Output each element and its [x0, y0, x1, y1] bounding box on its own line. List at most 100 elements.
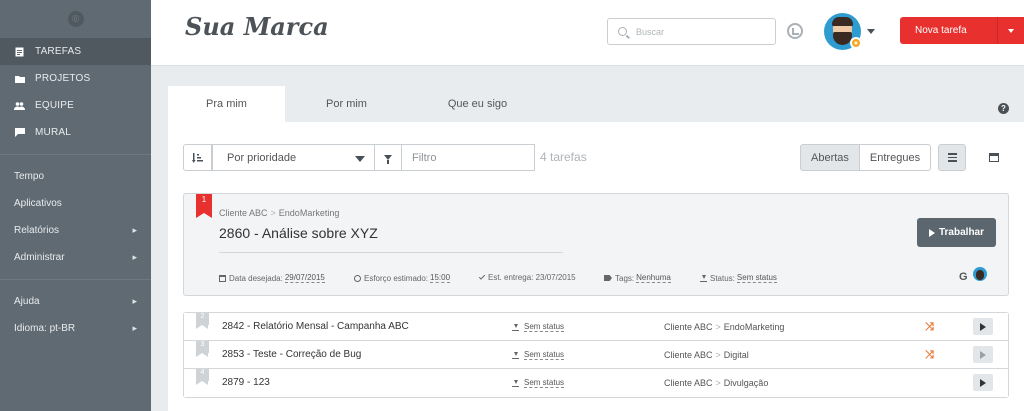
priority-flag: 1	[196, 194, 212, 218]
tags-value[interactable]: Nenhuma	[636, 273, 671, 283]
play-button[interactable]	[973, 318, 993, 335]
chevron-right-icon: ▸	[132, 225, 137, 235]
project-link[interactable]: EndoMarketing	[724, 322, 785, 332]
task-title[interactable]: 2879 - 123	[222, 377, 270, 388]
clock-icon	[354, 274, 361, 282]
desired-date-value[interactable]: 29/07/2015	[284, 273, 325, 283]
task-tabs: Pra mim Por mim Que eu sigo	[168, 86, 547, 122]
task-row[interactable]: 4 2879 - 123 Sem status Cliente ABC > Divu…	[184, 369, 1008, 397]
sidebar-item-label: EQUIPE	[35, 100, 74, 111]
sort-order-button[interactable]	[183, 144, 212, 171]
status-value[interactable]: Sem status	[524, 378, 565, 388]
chevron-right-icon: ▸	[132, 296, 137, 306]
effort-value[interactable]: 15:00	[430, 273, 451, 283]
task-project: Cliente ABC > Digital	[664, 350, 749, 360]
client-link[interactable]: Cliente ABC	[664, 350, 713, 360]
shuffle-icon: ⤨	[925, 321, 934, 333]
sidebar-item-aplicativos[interactable]: Aplicativos	[0, 190, 151, 217]
calendar-view-button[interactable]	[980, 144, 1007, 171]
priority-flag: 3	[196, 341, 209, 357]
filter-button[interactable]	[375, 144, 402, 171]
sidebar-item-projetos[interactable]: PROJETOS	[0, 65, 151, 92]
client-link[interactable]: Cliente ABC	[664, 322, 713, 332]
sidebar-item-relatorios[interactable]: Relatórios ▸	[0, 217, 151, 244]
sidebar-item-mural[interactable]: MURAL	[0, 119, 151, 146]
new-task-button[interactable]: Nova tarefa	[900, 17, 1024, 44]
task-project: Cliente ABC > EndoMarketing	[664, 322, 784, 332]
status-icon	[512, 379, 519, 387]
sidebar-item-label: Tempo	[14, 171, 45, 182]
priority-flag: 2	[196, 313, 209, 329]
play-icon	[980, 322, 986, 331]
search-placeholder: Buscar	[636, 26, 665, 37]
logo[interactable]: ®	[0, 0, 151, 38]
status-value[interactable]: Sem status	[736, 273, 777, 283]
caret-down-icon	[355, 156, 365, 162]
logo-circle-icon: ®	[67, 11, 84, 27]
status-toggle: Abertas Entregues	[800, 144, 932, 171]
desired-date: Data desejada: 29/07/2015	[219, 273, 325, 283]
tab-que-eu-sigo[interactable]: Que eu sigo	[408, 86, 547, 122]
sidebar-item-administrar[interactable]: Administrar ▸	[0, 244, 151, 271]
chat-icon	[14, 128, 25, 137]
priority-flag: 4	[196, 369, 209, 385]
task-title[interactable]: 2853 - Teste - Correção de Bug	[222, 349, 361, 360]
tab-por-mim[interactable]: Por mim	[285, 86, 408, 122]
sidebar-item-equipe[interactable]: EQUIPE	[0, 92, 151, 119]
top-header: Sua Marca Buscar ★ Nova tarefa	[151, 0, 1024, 66]
breadcrumb-separator: >	[715, 350, 721, 360]
featured-task-card[interactable]: 1 Cliente ABC > EndoMarketing 2860 - Análi…	[183, 193, 1009, 296]
new-task-dropdown-toggle[interactable]	[997, 17, 1024, 44]
task-row[interactable]: 3 2853 - Teste - Correção de Bug Sem sta…	[184, 341, 1008, 369]
assignee-avatar[interactable]	[973, 267, 987, 281]
chevron-down-icon[interactable]	[867, 29, 875, 34]
client-link[interactable]: Cliente ABC	[664, 378, 713, 388]
tab-pra-mim[interactable]: Pra mim	[168, 86, 285, 122]
status-label: Status:	[710, 273, 735, 283]
delivery-label: Est. entrega:	[488, 273, 534, 282]
sidebar-item-label: Administrar	[14, 252, 65, 263]
task-breadcrumb: Cliente ABC > EndoMarketing	[219, 208, 339, 218]
sidebar-item-label: PROJETOS	[35, 73, 91, 84]
play-button[interactable]	[973, 346, 993, 363]
task-title[interactable]: 2842 - Relatório Mensal - Campanha ABC	[222, 321, 409, 332]
client-link[interactable]: Cliente ABC	[219, 208, 268, 218]
play-icon	[980, 350, 986, 359]
task-title[interactable]: 2860 - Análise sobre XYZ	[219, 225, 378, 241]
sidebar-item-idioma[interactable]: Idioma: pt-BR ▸	[0, 315, 151, 342]
tags-label: Tags:	[615, 273, 635, 283]
new-task-label: Nova tarefa	[915, 25, 967, 36]
sidebar: ® TAREFAS PROJETOS EQUIPE MURAL Tempo Ap…	[0, 0, 151, 411]
g-badge: G	[959, 271, 968, 283]
project-link[interactable]: Divulgação	[724, 378, 769, 388]
effort-label: Esforço estimado:	[364, 273, 429, 283]
help-icon[interactable]: ?	[998, 103, 1009, 114]
status-value[interactable]: Sem status	[524, 322, 565, 332]
open-tasks-button[interactable]: Abertas	[800, 144, 860, 171]
status-value[interactable]: Sem status	[524, 350, 565, 360]
task-row[interactable]: 2 2842 - Relatório Mensal - Campanha ABC…	[184, 313, 1008, 341]
project-link[interactable]: Digital	[724, 350, 749, 360]
work-button[interactable]: Trabalhar	[917, 218, 996, 247]
project-link[interactable]: EndoMarketing	[279, 208, 340, 218]
breadcrumb-separator: >	[715, 322, 721, 332]
priority-select[interactable]: Por prioridade	[212, 144, 375, 171]
task-count: 4 tarefas	[540, 150, 587, 164]
sidebar-item-label: Relatórios	[14, 225, 60, 236]
brand-logo[interactable]: Sua Marca	[185, 12, 329, 41]
sidebar-item-tempo[interactable]: Tempo	[0, 163, 151, 190]
delivery-value: 23/07/2015	[535, 273, 576, 282]
search-input[interactable]: Buscar	[607, 18, 776, 45]
sidebar-item-ajuda[interactable]: Ajuda ▸	[0, 288, 151, 315]
filter-input[interactable]: Filtro	[402, 144, 535, 171]
estimated-effort: Esforço estimado: 15:00	[354, 273, 451, 283]
delivered-tasks-button[interactable]: Entregues	[859, 144, 932, 171]
history-icon[interactable]	[787, 23, 803, 39]
sidebar-item-tarefas[interactable]: TAREFAS	[0, 38, 151, 65]
play-button[interactable]	[973, 374, 993, 391]
users-icon	[14, 101, 25, 110]
sidebar-item-label: MURAL	[35, 127, 72, 138]
task-panel: Por prioridade Filtro 4 tarefas Abertas …	[168, 122, 1024, 411]
task-tags: Tags: Nenhuma	[604, 273, 671, 283]
list-view-button[interactable]	[938, 144, 966, 171]
